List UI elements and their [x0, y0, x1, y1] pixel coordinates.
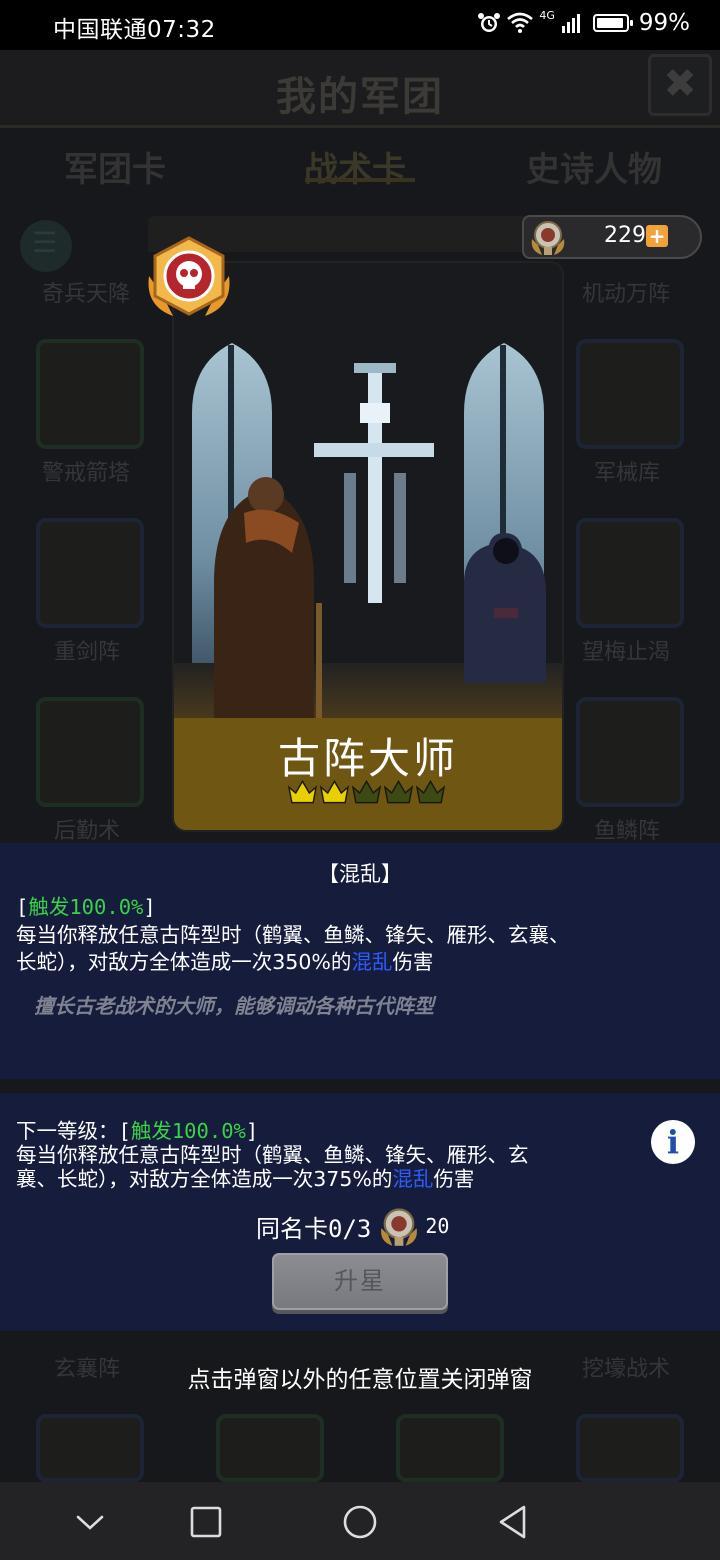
battery-level: 99%: [638, 10, 690, 36]
tab-epic-heroes[interactable]: 史诗人物: [526, 142, 662, 191]
grid-card[interactable]: [36, 1414, 144, 1482]
grid-label: 军械库: [594, 461, 661, 486]
system-nav-bar: [0, 1482, 720, 1560]
effect-keyword: 混乱: [392, 1167, 434, 1191]
grid-label: 鱼鳞阵: [594, 819, 661, 844]
add-currency-button[interactable]: +: [646, 225, 668, 247]
grid-card[interactable]: [36, 518, 144, 628]
crown-empty-icon: [415, 779, 446, 804]
duplicate-card-row: 同名卡0/3 20: [256, 1206, 449, 1246]
alarm-icon: [478, 13, 501, 32]
medal-currency[interactable]: 229 +: [522, 215, 702, 259]
upgrade-cost: 20: [425, 1214, 450, 1238]
next-effect-line: 襄、长蛇），对敌方全体造成一次375%的混乱伤害: [16, 1162, 474, 1192]
effect-text: 襄、长蛇），对敌方全体造成一次375%的: [16, 1167, 393, 1191]
current-effect-line: 每当你释放任意古阵型时（鹤翼、鱼鳞、锋矢、雁形、玄襄、: [16, 923, 570, 947]
medal-icon: [531, 221, 565, 255]
tactic-card: 古阵大师: [174, 263, 562, 830]
network-type: 4G: [539, 8, 555, 22]
star-rating: [287, 777, 446, 807]
skill-title: 【混乱】: [318, 862, 402, 886]
grid-card[interactable]: [576, 339, 684, 449]
medal-icon: [381, 1208, 418, 1246]
effect-text: 长蛇），对敌方全体造成一次350%的: [16, 950, 352, 974]
skull-emblem-icon: [148, 236, 230, 316]
grid-label: 警戒箭塔: [42, 461, 131, 486]
chevron-down-icon[interactable]: [68, 1500, 112, 1544]
grid-card[interactable]: [576, 518, 684, 628]
tab-tactic-cards[interactable]: 战术卡: [304, 142, 406, 191]
grid-label: 机动万阵: [582, 282, 671, 307]
crown-empty-icon: [351, 779, 382, 804]
upgrade-star-button[interactable]: 升星: [272, 1253, 448, 1310]
grid-card[interactable]: [576, 1414, 684, 1482]
bracket: [: [16, 895, 29, 919]
bracket: ]: [143, 895, 156, 919]
current-trigger-line: [触发100.0%]: [16, 890, 156, 920]
grid-card[interactable]: [216, 1414, 324, 1482]
trigger-chance: 触发100.0%: [28, 895, 144, 919]
current-effect-line: 长蛇），对敌方全体造成一次350%的混乱伤害: [16, 945, 433, 975]
crown-filled-icon: [287, 779, 318, 804]
crown-empty-icon: [383, 779, 414, 804]
flavor-text: 擅长古老战术的大师，能够调动各种古代阵型: [34, 994, 434, 1018]
effect-text: 伤害: [392, 950, 434, 974]
effect-text: 伤害: [433, 1167, 475, 1191]
recent-apps-icon[interactable]: [184, 1500, 228, 1544]
battery-icon: [592, 14, 633, 32]
signal-icon: [561, 14, 580, 33]
card-artwork: [174, 263, 562, 723]
grid-label: 重剑阵: [54, 640, 121, 665]
grid-card[interactable]: [36, 697, 144, 807]
wifi-icon: [507, 12, 534, 33]
currency-value: 229: [604, 223, 646, 248]
grid-label: 奇兵天降: [42, 282, 131, 307]
info-icon[interactable]: i: [651, 1120, 695, 1164]
close-icon[interactable]: ✖: [648, 54, 712, 116]
menu-icon[interactable]: [20, 220, 72, 272]
bg-page-title: 我的军团: [276, 74, 444, 120]
tab-legion-cards[interactable]: 军团卡: [64, 142, 166, 191]
tab-underline: [305, 178, 415, 182]
grid-card[interactable]: [576, 697, 684, 807]
duplicate-count: 同名卡0/3: [256, 1214, 372, 1243]
grid-label: 后勤术: [54, 819, 121, 844]
crown-filled-icon: [319, 779, 350, 804]
grid-label: 望梅止渴: [582, 640, 671, 665]
close-hint: 点击弹窗以外的任意位置关闭弹窗: [187, 1367, 533, 1393]
home-icon[interactable]: [338, 1500, 382, 1544]
bg-header: 我的军团 ✖: [0, 50, 720, 128]
grid-card[interactable]: [396, 1414, 504, 1482]
back-icon[interactable]: [492, 1500, 536, 1544]
status-bar: 中国联通07:32 4G 99%: [0, 0, 720, 50]
carrier-time: 中国联通07:32: [53, 17, 216, 43]
status-icons: 4G 99%: [477, 8, 690, 36]
grid-card[interactable]: [36, 339, 144, 449]
effect-keyword: 混乱: [351, 950, 393, 974]
